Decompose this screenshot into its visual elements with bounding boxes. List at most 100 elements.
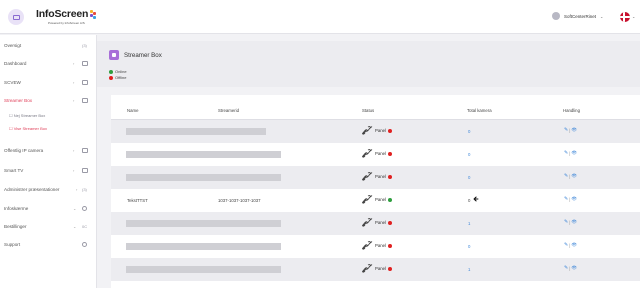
total-kamera-link[interactable]: 0 xyxy=(468,152,470,157)
status-panel: Panel xyxy=(362,264,392,273)
avatar xyxy=(552,12,560,20)
status-panel: Panel xyxy=(362,241,392,250)
top-bar: InfoScreen Powered by InfoScreen A/S Sof… xyxy=(0,0,640,34)
menu-icon[interactable] xyxy=(8,9,24,25)
user-name: SoftCenterRinet xyxy=(564,13,597,19)
total-kamera-link[interactable]: 1 xyxy=(468,221,470,226)
column-header-total-kamera[interactable]: Total kamera xyxy=(467,108,492,113)
monitor-icon xyxy=(82,167,88,173)
sidebar-item-streamer-box[interactable]: Streamer Box › xyxy=(0,94,97,106)
table-row: Panel 1 ✎ | 👁 xyxy=(111,212,640,235)
redacted-cell xyxy=(126,220,281,227)
status-panel: Panel xyxy=(362,172,392,181)
sidebar: Oversigt (3) Dashboard › SCVEW › Streame… xyxy=(0,35,97,288)
edit-icon[interactable]: ✎ xyxy=(564,173,568,179)
logo-mark-icon xyxy=(89,9,98,20)
view-icon[interactable]: 👁 xyxy=(571,265,577,271)
edit-icon[interactable]: ✎ xyxy=(564,242,568,248)
chevron-right-icon: › xyxy=(73,79,75,85)
view-icon[interactable]: 👁 xyxy=(571,173,577,179)
sidebar-item-oversigt[interactable]: Oversigt (3) xyxy=(0,39,97,51)
edit-icon[interactable]: ✎ xyxy=(564,127,568,133)
sidebar-item-label: Offentlig IP camera xyxy=(4,147,44,153)
sidebar-item-bestillinger[interactable]: Bestillinger ⌄ 0C xyxy=(0,220,97,232)
edit-icon[interactable]: ✎ xyxy=(564,196,568,202)
action-separator: | xyxy=(569,265,571,271)
total-kamera-link[interactable]: 0 xyxy=(468,129,470,134)
status-panel: Panel xyxy=(362,195,392,204)
row-actions: ✎ | 👁 xyxy=(564,242,577,248)
edit-icon[interactable]: ✎ xyxy=(564,265,568,271)
sidebar-subitem-nej-streamer-box[interactable]: ☐ Nej Streamer Box xyxy=(0,109,97,121)
action-separator: | xyxy=(569,196,571,202)
action-separator: | xyxy=(569,242,571,248)
view-icon[interactable]: 👁 xyxy=(571,242,577,248)
sidebar-item-infoskaerme[interactable]: Infoskærme ⌄ xyxy=(0,202,97,214)
redacted-cell xyxy=(126,266,281,273)
app-tagline: Powered by InfoScreen A/S xyxy=(48,21,85,25)
status-dot-icon xyxy=(388,197,392,202)
sidebar-item-label: Streamer Box xyxy=(4,97,33,103)
chevron-down-icon: ⌄ xyxy=(73,223,77,229)
total-kamera-link[interactable]: 0 xyxy=(468,198,470,203)
app-logo[interactable]: InfoScreen Powered by InfoScreen A/S xyxy=(36,9,98,25)
total-kamera-link[interactable]: 0 xyxy=(468,175,470,180)
status-panel: Panel xyxy=(362,149,392,158)
status-label: Panel xyxy=(375,243,386,248)
edit-icon[interactable]: ✎ xyxy=(564,219,568,225)
sidebar-item-support[interactable]: Support xyxy=(0,238,97,250)
column-header-status[interactable]: Status xyxy=(362,108,374,113)
sidebar-item-scvew[interactable]: SCVEW › xyxy=(0,76,97,88)
view-icon[interactable]: 👁 xyxy=(571,196,577,202)
streamer-box-icon xyxy=(109,50,119,60)
sidebar-item-label: Dashboard xyxy=(4,60,27,66)
action-separator: | xyxy=(569,173,571,179)
orders-icon: 0C xyxy=(82,223,88,229)
redacted-cell xyxy=(126,151,281,158)
sidebar-item-presentations[interactable]: Administrer præsentationer › (3) xyxy=(0,183,97,195)
sidebar-subitem-vise-streamer-box[interactable]: ☐ Vise Streamer Box xyxy=(0,122,97,134)
status-label: Panel xyxy=(375,197,386,202)
status-dot-icon xyxy=(388,243,392,248)
sidebar-item-label: Smart TV xyxy=(4,167,24,173)
status-dot-icon xyxy=(388,220,392,225)
redacted-cell xyxy=(126,243,281,250)
edit-icon[interactable]: ✎ xyxy=(564,150,568,156)
view-icon[interactable]: 👁 xyxy=(571,219,577,225)
total-kamera-link[interactable]: 1 xyxy=(468,267,470,272)
table-row: Panel 0 ✎ | 👁 xyxy=(111,120,640,143)
cell-streamerid: 1037-1037-1037-1037 xyxy=(218,198,261,203)
total-kamera-link[interactable]: 0 xyxy=(468,244,470,249)
status-label: Panel xyxy=(375,220,386,225)
chevron-right-icon: › xyxy=(76,186,78,192)
chevron-down-icon: ⌄ xyxy=(73,205,77,211)
column-header-handling[interactable]: Handling xyxy=(563,108,580,113)
sidebar-item-smart-tv[interactable]: Smart TV › xyxy=(0,164,97,176)
status-dot-icon xyxy=(388,128,392,133)
row-actions: ✎ | 👁 xyxy=(564,127,577,133)
count-badge: (3) xyxy=(82,186,87,192)
chevron-right-icon: › xyxy=(73,97,75,103)
view-icon[interactable]: 👁 xyxy=(571,150,577,156)
chevron-down-icon: ⌄ xyxy=(600,13,604,19)
sidebar-item-dashboard[interactable]: Dashboard › xyxy=(0,57,97,69)
column-header-name[interactable]: Name xyxy=(127,108,138,113)
status-dot-icon xyxy=(388,151,392,156)
user-menu[interactable]: SoftCenterRinet ⌄ xyxy=(552,12,603,20)
table-row: Panel 1 ✎ | 👁 xyxy=(111,258,640,281)
status-label: Panel xyxy=(375,151,386,156)
sidebar-item-ip-camera[interactable]: Offentlig IP camera › xyxy=(0,144,97,156)
view-icon[interactable]: 👁 xyxy=(571,127,577,133)
sidebar-item-label: Administrer præsentationer xyxy=(4,186,60,192)
chevron-down-icon[interactable]: ⌄ xyxy=(632,14,635,19)
page-title: Streamer Box xyxy=(124,52,162,59)
action-separator: | xyxy=(569,127,571,133)
link-icon xyxy=(362,126,373,135)
offline-dot-icon xyxy=(109,75,113,80)
row-actions: ✎ | 👁 xyxy=(564,219,577,225)
status-label: Panel xyxy=(375,174,386,179)
link-icon xyxy=(362,149,373,158)
language-flag-icon[interactable] xyxy=(620,12,630,22)
calendar-icon xyxy=(82,79,88,85)
column-header-streamerid[interactable]: Streamerid xyxy=(218,108,239,113)
